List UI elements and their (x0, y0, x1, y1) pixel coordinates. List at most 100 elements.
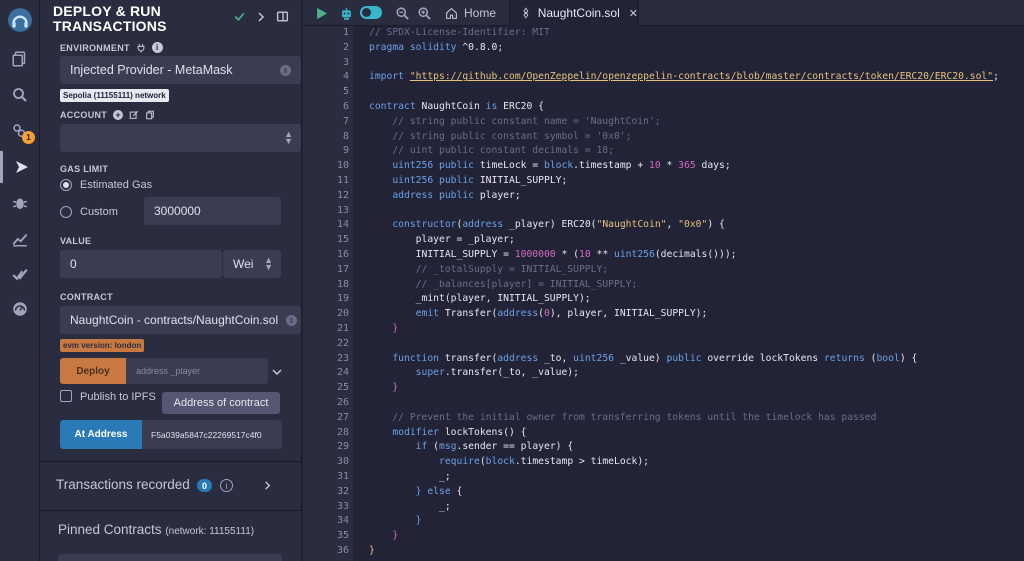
file-explorer-icon[interactable] (0, 43, 40, 75)
home-icon (446, 7, 457, 19)
pinned-contracts-list (58, 554, 282, 561)
line-number: 34 (336, 515, 349, 527)
code-token: } (369, 382, 399, 394)
code-line: // _balances[player] = INITIAL_SUPPLY; (369, 279, 638, 290)
chevron-down-icon[interactable] (271, 366, 283, 378)
panel-toggle-icon[interactable] (276, 10, 289, 23)
code-token: address (462, 219, 504, 231)
zoom-in-icon[interactable] (415, 4, 433, 22)
tab-home[interactable]: Home (441, 0, 517, 26)
line-number: 11 (336, 175, 349, 186)
code-token: 10 (578, 249, 591, 260)
line-number: 17 (336, 263, 349, 275)
line-number: 30 (336, 456, 349, 468)
transactions-recorded-label[interactable]: Transactions recorded (56, 477, 190, 492)
panel-title: DEPLOY & RUN TRANSACTIONS (53, 3, 167, 34)
code-token: override lockTokens (701, 352, 824, 364)
at-address-input[interactable]: F5a039a5847c22269517c4f0 (142, 420, 282, 449)
estimated-gas-radio[interactable] (60, 179, 72, 191)
code-token: ^0.8.0; (456, 41, 504, 53)
code-token: if (369, 441, 428, 453)
line-number: 36 (336, 545, 349, 556)
code-token: NaughtCoin (415, 101, 486, 112)
check-icon[interactable] (233, 10, 246, 23)
custom-gas-label: Custom (80, 206, 118, 218)
plug-icon (137, 43, 145, 53)
chevron-right-icon[interactable] (262, 480, 273, 491)
code-token: public (439, 189, 474, 201)
copy-icon[interactable] (145, 110, 155, 120)
search-icon[interactable] (0, 79, 40, 111)
code-token: transfer( (439, 352, 498, 364)
add-account-icon[interactable]: + (113, 110, 124, 120)
code-line: // string public constant name = 'Naught… (369, 115, 661, 127)
code-line: if (msg.sender == player) { (369, 441, 574, 453)
ai-assistant-icon[interactable] (337, 4, 355, 22)
environment-select[interactable]: Injected Provider - MetaMask ⇕ (60, 56, 301, 84)
code-token: address (497, 352, 539, 364)
code-line: constructor(address _player) ERC20("Naug… (369, 219, 725, 230)
code-line: } (369, 530, 398, 541)
deploy-params-input[interactable]: address _player (126, 358, 268, 384)
zoom-out-icon[interactable] (393, 4, 411, 22)
line-number: 2 (342, 41, 349, 53)
code-editor[interactable]: 1 2 3 4 5 6 7 8 9 10 11 12 13 14 15 16 17 18 19 20 21 22 23 24 2… (303, 26, 1024, 561)
code-token: _; (369, 471, 451, 482)
debugger-icon[interactable] (0, 187, 40, 219)
line-number: 6 (342, 101, 349, 112)
code-token: { (450, 485, 463, 497)
value-input[interactable]: 0 (60, 250, 222, 278)
code-token: // string public constant name = 'Naught… (369, 115, 661, 127)
code-token: uint256 (369, 160, 434, 172)
publish-ipfs-checkbox[interactable] (60, 390, 72, 402)
analytics-icon[interactable] (0, 223, 40, 255)
deploy-run-icon[interactable] (0, 151, 40, 183)
code-token: // uint public constant decimals = 18; (369, 145, 614, 157)
unit-testing-icon[interactable] (0, 259, 40, 291)
deploy-button[interactable]: Deploy (60, 358, 126, 384)
custom-gas-input[interactable]: 3000000 (144, 197, 281, 225)
code-token: // string public constant symbol = '0x0'… (369, 130, 632, 142)
close-icon[interactable]: ✕ (629, 7, 638, 20)
tab-naughtcoin-sol[interactable]: NaughtCoin.sol ✕ (509, 0, 639, 26)
solidity-compiler-icon[interactable]: 1 (0, 115, 40, 147)
code-token: bool (876, 352, 900, 364)
select-toggle-icon: ⇕ (286, 315, 297, 326)
plugin-gauge-icon[interactable] (0, 293, 40, 325)
select-arrows-icon: ▲ ▼ (264, 255, 273, 272)
run-script-icon[interactable] (312, 4, 330, 22)
network-badge: Sepolia (11155111) network (60, 89, 169, 102)
ai-toggle[interactable] (360, 6, 382, 19)
code-line: } (369, 323, 398, 334)
at-address-button[interactable]: At Address (60, 420, 142, 449)
solidity-file-icon (523, 7, 529, 19)
code-token: ( (427, 441, 439, 453)
chevron-right-icon[interactable] (255, 11, 267, 23)
value-unit-select[interactable]: Wei ▲ ▼ (223, 250, 281, 278)
code-token: returns (823, 352, 865, 364)
code-line: // uint public constant decimals = 18; (369, 145, 614, 156)
code-token: .transfer(_to, _value); (444, 367, 579, 379)
info-icon[interactable]: i (151, 42, 163, 53)
code-token: ) { (707, 219, 725, 231)
line-number: 31 (336, 471, 349, 482)
edit-icon[interactable] (129, 110, 139, 120)
custom-gas-radio[interactable] (60, 206, 72, 218)
code-line: uint256 public INITIAL_SUPPLY; (369, 175, 567, 186)
code-token: "https://github.com/OpenZeppelin/openzep… (409, 71, 994, 83)
code-line: // Prevent the initial owner from transf… (369, 412, 876, 423)
info-icon[interactable]: i (220, 479, 233, 492)
code-token: emit (369, 308, 439, 320)
contract-select[interactable]: NaughtCoin - contracts/NaughtCoin.sol ⇕ (60, 306, 301, 334)
line-number: 26 (336, 397, 349, 408)
code-token: lockTokens() { (439, 426, 527, 438)
remix-logo-icon[interactable] (0, 2, 40, 38)
code-token: block (544, 160, 574, 172)
code-token: public (666, 352, 702, 364)
line-number: 14 (336, 219, 349, 231)
code-token: require (369, 456, 480, 468)
icon-rail: 1 (0, 0, 40, 561)
code-token: "0x0" (678, 219, 708, 231)
code-token: days; (695, 160, 731, 172)
account-select[interactable]: ▲ ▼ (60, 124, 301, 152)
